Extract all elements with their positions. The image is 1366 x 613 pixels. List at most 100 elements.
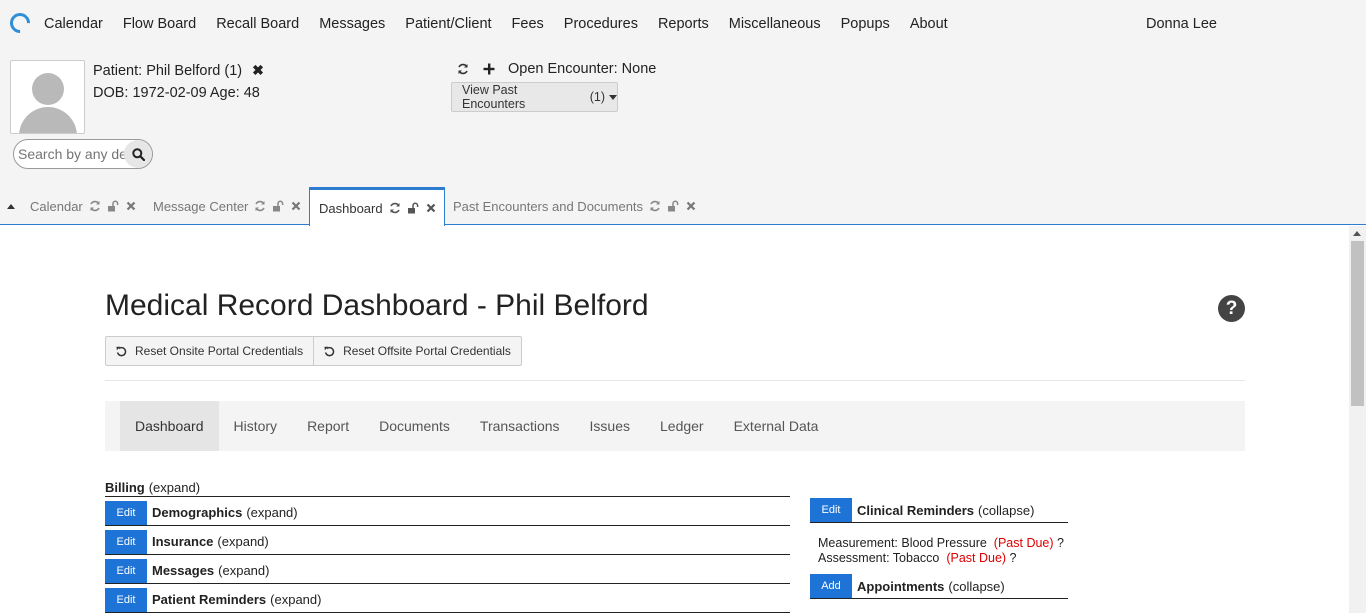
main-menu: Calendar Flow Board Recall Board Message… [34, 0, 958, 48]
menu-about[interactable]: About [900, 0, 958, 48]
menu-fees[interactable]: Fees [502, 0, 554, 48]
subnav-documents[interactable]: Documents [364, 401, 465, 451]
reminder-help-link[interactable]: ? [1010, 551, 1017, 565]
tab-label: Dashboard [319, 200, 383, 216]
add-appointment-button[interactable]: Add [810, 574, 852, 598]
tab-message-center[interactable]: Message Center [144, 187, 302, 225]
edit-patient-reminders-button[interactable]: Edit [105, 587, 147, 612]
appointments-collapse-toggle[interactable]: (collapse) [948, 579, 1004, 594]
refresh-icon[interactable] [389, 202, 401, 214]
billing-section: Billing (expand) [105, 480, 790, 497]
user-menu[interactable]: Donna Lee [1146, 0, 1217, 48]
tab-label: Calendar [30, 198, 83, 214]
reminder-text: Assessment: Tobacco [818, 551, 940, 565]
unlock-icon[interactable] [407, 202, 419, 214]
patient-avatar[interactable] [10, 60, 85, 134]
subnav-issues[interactable]: Issues [575, 401, 645, 451]
edit-insurance-button[interactable]: Edit [105, 529, 147, 554]
patient-name: Patient: Phil Belford (1) [93, 62, 243, 79]
unlock-icon[interactable] [107, 200, 119, 212]
undo-icon [116, 346, 127, 356]
tab-label: Message Center [153, 198, 249, 214]
plus-icon[interactable] [482, 62, 496, 76]
undo-icon [324, 346, 335, 356]
billing-expand-toggle[interactable]: (expand) [149, 480, 200, 495]
menu-procedures[interactable]: Procedures [554, 0, 648, 48]
subnav-history[interactable]: History [219, 401, 293, 451]
tab-dashboard[interactable]: Dashboard [309, 187, 445, 226]
clinical-reminders-section: Edit Clinical Reminders (collapse) [810, 498, 1068, 523]
reset-offsite-label: Reset Offsite Portal Credentials [343, 344, 511, 358]
collapse-header-icon[interactable] [7, 204, 15, 209]
menu-reports[interactable]: Reports [648, 0, 719, 48]
menu-popups[interactable]: Popups [831, 0, 900, 48]
section-title: Patient Reminders [152, 592, 267, 607]
patient-search-input[interactable] [14, 140, 126, 168]
reminder-item: Assessment: Tobacco (Past Due) ? [818, 551, 1017, 565]
reminder-item: Measurement: Blood Pressure (Past Due) ? [818, 536, 1064, 550]
help-icon[interactable]: ? [1218, 295, 1245, 322]
divider [105, 380, 1245, 381]
patient-reminders-expand-toggle[interactable]: (expand) [270, 592, 321, 607]
patient-dob: DOB: 1972-02-09 Age: 48 [93, 85, 260, 101]
search-button[interactable] [124, 140, 152, 168]
patient-name-row: Patient: Phil Belford (1) ✖ [93, 62, 264, 79]
edit-demographics-button[interactable]: Edit [105, 500, 147, 525]
app-logo-icon[interactable] [5, 8, 35, 38]
close-icon[interactable] [685, 200, 697, 212]
menu-recall-board[interactable]: Recall Board [206, 0, 309, 48]
close-icon[interactable] [125, 200, 137, 212]
subnav-ledger[interactable]: Ledger [645, 401, 719, 451]
insurance-expand-toggle[interactable]: (expand) [217, 534, 268, 549]
insurance-section: Edit Insurance (expand) [105, 529, 790, 555]
avatar-body [19, 107, 77, 133]
vertical-scrollbar[interactable] [1349, 226, 1366, 613]
refresh-icon[interactable] [89, 200, 101, 212]
refresh-icon[interactable] [649, 200, 661, 212]
dashboard-subnav: Dashboard History Report Documents Trans… [105, 401, 1245, 451]
menu-flow-board[interactable]: Flow Board [113, 0, 206, 48]
close-icon[interactable] [290, 200, 302, 212]
reset-offsite-button[interactable]: Reset Offsite Portal Credentials [313, 337, 521, 365]
tab-past-encounters[interactable]: Past Encounters and Documents [444, 187, 697, 225]
subnav-transactions[interactable]: Transactions [465, 401, 575, 451]
search-icon [131, 147, 145, 161]
messages-section: Edit Messages (expand) [105, 558, 790, 584]
scroll-up-arrow-icon[interactable] [1353, 231, 1361, 236]
menu-patient-client[interactable]: Patient/Client [395, 0, 501, 48]
portal-credentials-buttons: Reset Onsite Portal Credentials Reset Of… [105, 336, 522, 366]
refresh-icon[interactable] [456, 62, 470, 76]
menu-calendar[interactable]: Calendar [34, 0, 113, 48]
past-due-badge[interactable]: (Past Due) [946, 551, 1006, 565]
view-past-encounters-button[interactable]: View Past Encounters (1) [451, 82, 618, 112]
demographics-section: Edit Demographics (expand) [105, 500, 790, 526]
open-encounter-label: Open Encounter: None [508, 61, 657, 77]
refresh-icon[interactable] [254, 200, 266, 212]
clinical-reminders-collapse-toggle[interactable]: (collapse) [978, 503, 1034, 518]
reminder-help-link[interactable]: ? [1057, 536, 1064, 550]
past-encounters-label: View Past Encounters [462, 83, 526, 111]
close-patient-icon[interactable]: ✖ [252, 62, 264, 79]
subnav-dashboard[interactable]: Dashboard [120, 401, 219, 451]
patient-reminders-section: Edit Patient Reminders (expand) [105, 587, 790, 613]
messages-expand-toggle[interactable]: (expand) [218, 563, 269, 578]
unlock-icon[interactable] [272, 200, 284, 212]
subnav-report[interactable]: Report [292, 401, 364, 451]
unlock-icon[interactable] [667, 200, 679, 212]
demographics-expand-toggle[interactable]: (expand) [246, 505, 297, 520]
scroll-thumb[interactable] [1351, 241, 1364, 406]
menu-miscellaneous[interactable]: Miscellaneous [719, 0, 831, 48]
reminder-text: Measurement: Blood Pressure [818, 536, 987, 550]
section-title: Insurance [152, 534, 214, 549]
top-navbar: Calendar Flow Board Recall Board Message… [0, 0, 1366, 48]
tab-calendar[interactable]: Calendar [21, 187, 137, 225]
reset-onsite-button[interactable]: Reset Onsite Portal Credentials [106, 337, 313, 365]
section-title: Clinical Reminders [857, 502, 975, 518]
past-due-badge[interactable]: (Past Due) [994, 536, 1054, 550]
edit-clinical-reminders-button[interactable]: Edit [810, 498, 852, 522]
chevron-down-icon [609, 94, 617, 100]
close-icon[interactable] [425, 202, 437, 214]
menu-messages[interactable]: Messages [309, 0, 395, 48]
subnav-external-data[interactable]: External Data [719, 401, 834, 451]
edit-messages-button[interactable]: Edit [105, 558, 147, 583]
